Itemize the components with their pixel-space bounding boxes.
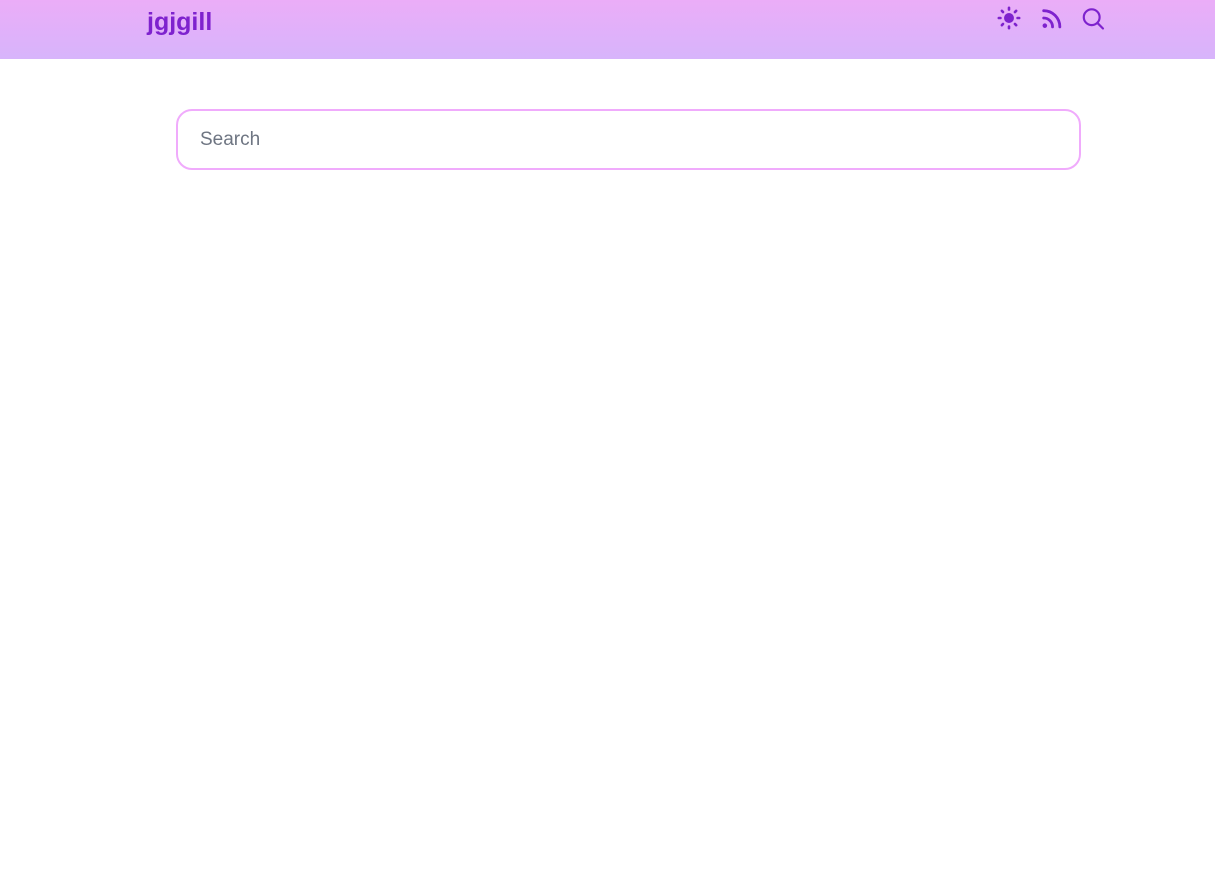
site-logo[interactable]: jgjgill xyxy=(147,7,212,38)
main-content xyxy=(0,59,1215,170)
sun-icon xyxy=(997,6,1021,30)
search-input[interactable] xyxy=(176,109,1081,170)
header-actions xyxy=(996,5,1106,31)
search-button[interactable] xyxy=(1080,5,1106,31)
search-icon xyxy=(1082,7,1105,30)
rss-icon xyxy=(1041,8,1061,28)
theme-toggle-button[interactable] xyxy=(996,5,1022,31)
rss-button[interactable] xyxy=(1038,5,1064,31)
site-header: jgjgill xyxy=(0,0,1215,59)
